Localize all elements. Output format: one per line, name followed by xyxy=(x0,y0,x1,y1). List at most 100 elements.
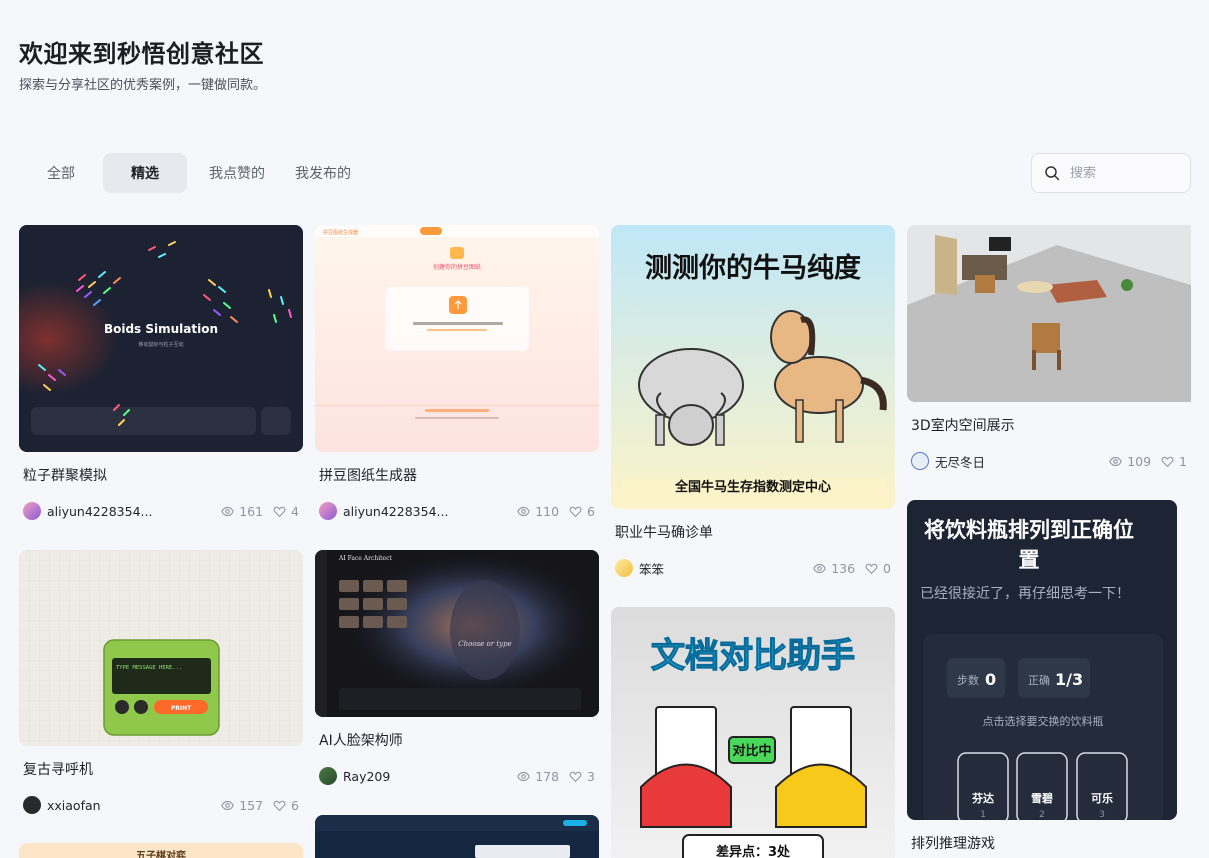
card-niuma-quiz[interactable]: 测测你的牛马纯度 全国牛马生存指数测定中心 职业牛马确诊单 笨笨 136 0 xyxy=(611,225,895,578)
card-thumbnail[interactable] xyxy=(315,815,599,858)
eye-icon xyxy=(1109,456,1122,466)
svg-text:正确: 正确 xyxy=(1028,674,1050,687)
card-thumbnail[interactable]: 测测你的牛马纯度 全国牛马生存指数测定中心 xyxy=(611,225,895,509)
card-retro-pager[interactable]: TYPE MESSAGE HERE... PRINT 复古寻呼机 xxiaofa… xyxy=(19,550,303,815)
tab-published[interactable]: 我发布的 xyxy=(287,153,359,193)
eye-icon xyxy=(517,506,530,516)
boids-subtitle-text: 移动鼠标与粒子互动 xyxy=(138,341,183,348)
card-ai-face[interactable]: AI Face Architect Choose or type AI人脸架构师… xyxy=(315,550,599,786)
gomoku-title: 五子棋对弈 xyxy=(136,851,186,858)
view-count: 161 xyxy=(221,504,263,519)
author-name[interactable]: Ray209 xyxy=(343,769,507,784)
svg-text:2: 2 xyxy=(1039,810,1045,820)
card-thumbnail[interactable]: TYPE MESSAGE HERE... PRINT xyxy=(19,550,303,746)
card-thumbnail[interactable]: Boids Simulation 移动鼠标与粒子互动 xyxy=(19,225,303,452)
author-name[interactable]: aliyun4228354... xyxy=(343,504,507,519)
avatar xyxy=(23,502,41,520)
card-thumbnail[interactable]: 五子棋对弈 xyxy=(19,843,303,858)
boids-title-text: Boids Simulation xyxy=(104,322,218,336)
author-name[interactable]: aliyun4228354... xyxy=(47,504,211,519)
svg-text:3: 3 xyxy=(1099,810,1105,820)
view-count: 109 xyxy=(1109,454,1151,469)
avatar xyxy=(911,452,929,470)
card-title: 排列推理游戏 xyxy=(911,836,995,852)
card-title: AI人脸架构师 xyxy=(319,733,403,749)
search-box[interactable] xyxy=(1031,153,1191,193)
bottle-puzzle-preview-image: 将饮料瓶排列到正确位 置 已经很接近了，再仔细思考一下！ 步数 0 正确 1/3… xyxy=(920,518,1163,820)
tab-all[interactable]: 全部 xyxy=(19,153,103,193)
like-button[interactable]: 6 xyxy=(273,798,299,813)
svg-text:拼豆图纸生成器: 拼豆图纸生成器 xyxy=(323,229,358,236)
like-button[interactable]: 4 xyxy=(273,504,299,519)
boids-preview-image: Boids Simulation 移动鼠标与粒子互动 xyxy=(19,225,303,452)
svg-text:差异点：3处: 差异点：3处 xyxy=(716,844,791,858)
bead-preview-image: 拼豆图纸生成器 创建你的拼豆图纸 xyxy=(315,225,599,419)
page-subtitle: 探索与分享社区的优秀案例，一键做同款。 xyxy=(19,78,267,93)
like-button[interactable]: 1 xyxy=(1161,454,1187,469)
heart-icon xyxy=(865,563,878,574)
heart-icon xyxy=(1161,456,1174,467)
svg-text:点击选择要交换的饮料瓶: 点击选择要交换的饮料瓶 xyxy=(983,714,1104,728)
view-count: 157 xyxy=(221,798,263,813)
heart-icon xyxy=(273,506,286,517)
niuma-preview-image: 测测你的牛马纯度 全国牛马生存指数测定中心 xyxy=(621,252,887,503)
avatar xyxy=(319,502,337,520)
card-doc-compare[interactable]: 文档对比助手 对比中 差异点：3处 xyxy=(611,607,895,858)
card-title: 复古寻呼机 xyxy=(23,762,93,778)
heart-icon xyxy=(273,800,286,811)
eye-icon xyxy=(517,771,530,781)
card-title: 粒子群聚模拟 xyxy=(23,468,107,484)
view-count: 110 xyxy=(517,504,559,519)
svg-text:芬达: 芬达 xyxy=(971,791,994,805)
svg-text:1: 1 xyxy=(980,810,986,820)
eye-icon xyxy=(221,506,234,516)
card-thumbnail[interactable]: 将饮料瓶排列到正确位 置 已经很接近了，再仔细思考一下！ 步数 0 正确 1/3… xyxy=(907,500,1177,820)
card-thumbnail[interactable]: 拼豆图纸生成器 创建你的拼豆图纸 xyxy=(315,225,599,452)
card-title: 3D室内空间展示 xyxy=(911,418,1015,434)
card-thumbnail[interactable] xyxy=(907,225,1191,402)
like-button[interactable]: 6 xyxy=(569,504,595,519)
svg-text:可乐: 可乐 xyxy=(1091,791,1113,805)
svg-text:创建你的拼豆图纸: 创建你的拼豆图纸 xyxy=(433,263,481,271)
heart-icon xyxy=(569,771,582,782)
svg-text:0: 0 xyxy=(985,670,996,689)
card-partial[interactable] xyxy=(315,815,599,858)
card-3d-room[interactable]: 3D室内空间展示 无尽冬日 109 1 xyxy=(907,225,1191,471)
svg-text:对比中: 对比中 xyxy=(732,743,771,759)
doc-compare-preview-image: 文档对比助手 对比中 差异点：3处 xyxy=(640,635,867,858)
pager-preview-image: TYPE MESSAGE HERE... PRINT xyxy=(19,550,303,746)
search-icon xyxy=(1045,166,1060,181)
card-bead-pattern[interactable]: 拼豆图纸生成器 创建你的拼豆图纸 拼豆图纸生成器 aliyun4228354..… xyxy=(315,225,599,521)
svg-text:PRINT: PRINT xyxy=(171,705,192,712)
filter-tabs: 全部 精选 我点赞的 我发布的 xyxy=(19,153,359,193)
ai-face-preview-image: AI Face Architect Choose or type xyxy=(315,550,599,717)
search-input[interactable] xyxy=(1070,165,1180,181)
partial-preview-image xyxy=(315,815,599,858)
tab-featured[interactable]: 精选 xyxy=(103,153,187,193)
author-name[interactable]: 无尽冬日 xyxy=(935,452,1099,471)
svg-text:测测你的牛马纯度: 测测你的牛马纯度 xyxy=(645,252,861,284)
view-count: 178 xyxy=(517,769,559,784)
avatar xyxy=(23,796,41,814)
svg-text:Choose or type: Choose or type xyxy=(458,640,511,648)
view-count: 136 xyxy=(813,561,855,576)
card-bottle-puzzle[interactable]: 将饮料瓶排列到正确位 置 已经很接近了，再仔细思考一下！ 步数 0 正确 1/3… xyxy=(907,500,1191,853)
card-gomoku[interactable]: 五子棋对弈 xyxy=(19,843,303,858)
heart-icon xyxy=(569,506,582,517)
card-boids[interactable]: Boids Simulation 移动鼠标与粒子互动 粒子群聚模拟 aliyun… xyxy=(19,225,303,521)
svg-text:已经很接近了，再仔细思考一下！: 已经很接近了，再仔细思考一下！ xyxy=(920,585,1130,602)
svg-text:雪碧: 雪碧 xyxy=(1031,791,1053,805)
svg-text:置: 置 xyxy=(1019,548,1040,572)
card-title: 职业牛马确诊单 xyxy=(615,525,713,541)
tab-liked[interactable]: 我点赞的 xyxy=(201,153,273,193)
svg-text:文档对比助手: 文档对比助手 xyxy=(651,636,855,676)
like-button[interactable]: 3 xyxy=(569,769,595,784)
card-title: 拼豆图纸生成器 xyxy=(319,468,417,484)
card-thumbnail[interactable]: 文档对比助手 对比中 差异点：3处 xyxy=(611,607,895,858)
card-thumbnail[interactable]: AI Face Architect Choose or type xyxy=(315,550,599,717)
svg-text:AI Face Architect: AI Face Architect xyxy=(338,555,392,562)
author-name[interactable]: 笨笨 xyxy=(639,559,803,578)
like-button[interactable]: 0 xyxy=(865,561,891,576)
svg-text:步数: 步数 xyxy=(957,674,979,687)
author-name[interactable]: xxiaofan xyxy=(47,798,211,813)
